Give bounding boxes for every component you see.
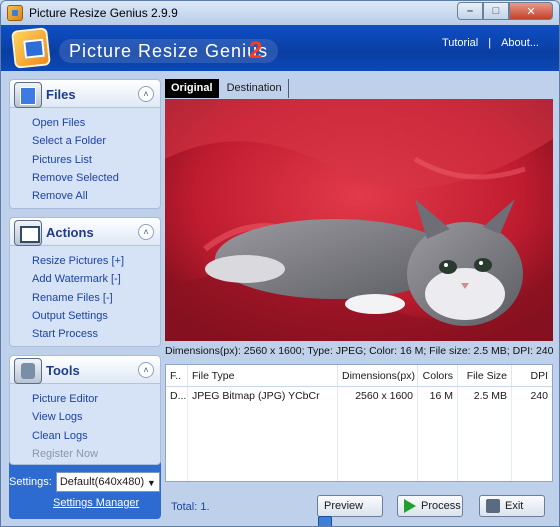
- tools-section-header[interactable]: Tools ˄: [10, 356, 160, 384]
- collapse-actions-icon[interactable]: ˄: [138, 224, 154, 240]
- checklist-icon: [14, 220, 42, 246]
- sidebar-item-register-now: Register Now: [32, 447, 99, 460]
- sidebar-item-open-files[interactable]: Open Files: [32, 114, 160, 132]
- tools-icon: [14, 358, 42, 384]
- process-button-label: Process: [421, 500, 461, 512]
- files-items: Open Files Select a Folder Pictures List…: [10, 108, 160, 209]
- sidebar-item-picture-editor[interactable]: Picture Editor: [32, 390, 160, 408]
- tools-section: Tools ˄ Picture Editor View Logs Clean L…: [9, 355, 161, 465]
- sidebar: Files ˄ Open Files Select a Folder Pictu…: [9, 79, 161, 519]
- window-controls: – □ ✕: [457, 2, 553, 20]
- preview-button-label: Preview: [324, 500, 364, 512]
- app-window: Picture Resize Genius 2.9.9 – □ ✕ Pictur…: [0, 0, 560, 527]
- app-icon: [7, 5, 23, 21]
- actions-items: Resize Pictures [+] Add Watermark [-] Re…: [10, 246, 160, 347]
- table-cell: 2.5 MB: [458, 387, 512, 405]
- column-header[interactable]: Dimensions(px): [338, 365, 418, 386]
- settings-manager-link[interactable]: Settings Manager: [53, 497, 139, 509]
- collapse-files-icon[interactable]: ˄: [138, 86, 154, 102]
- files-section-header[interactable]: Files ˄: [10, 80, 160, 108]
- column-header[interactable]: File Type: [188, 365, 338, 386]
- column-header[interactable]: F..: [166, 365, 188, 386]
- table-row[interactable]: D... JPEG Bitmap (JPG) YCbCr 2560 x 1600…: [166, 387, 552, 405]
- actions-section-header[interactable]: Actions ˄: [10, 218, 160, 246]
- sidebar-item-remove-selected[interactable]: Remove Selected: [32, 169, 160, 187]
- folder-files-icon: [14, 82, 42, 108]
- app-banner: Picture Resize Genius 2 Tutorial | About…: [1, 25, 559, 71]
- close-button[interactable]: ✕: [509, 2, 553, 20]
- main-panel: Original Destination Dimensions(px): 256…: [165, 79, 554, 526]
- tools-items: Picture Editor View Logs Clean Logs Regi…: [10, 384, 160, 467]
- table-cell: D...: [166, 387, 188, 405]
- sidebar-item-start-process[interactable]: Start Process: [32, 325, 160, 343]
- table-cell: JPEG Bitmap (JPG) YCbCr: [188, 387, 338, 405]
- banner-links: Tutorial | About...: [442, 37, 539, 49]
- sidebar-item-resize-pictures[interactable]: Resize Pictures [+]: [32, 252, 160, 270]
- files-section-title: Files: [46, 87, 76, 102]
- kitten-photo: [165, 99, 553, 341]
- link-separator: |: [488, 37, 492, 49]
- chevron-down-icon: ▼: [146, 478, 156, 488]
- tab-destination[interactable]: Destination: [221, 79, 289, 98]
- tutorial-link[interactable]: Tutorial: [442, 37, 478, 49]
- sidebar-item-clean-logs[interactable]: Clean Logs: [32, 427, 160, 445]
- sidebar-item-output-settings[interactable]: Output Settings: [32, 307, 160, 325]
- maximize-button[interactable]: □: [483, 2, 509, 20]
- settings-label: Settings:: [9, 476, 52, 488]
- image-preview: [165, 99, 553, 341]
- settings-row: Settings: Default(640x480) ▼: [9, 471, 161, 493]
- play-icon: [404, 499, 416, 513]
- logo-version: 2: [249, 37, 263, 64]
- collapse-tools-icon[interactable]: ˄: [138, 362, 154, 378]
- exit-button[interactable]: Exit: [479, 495, 545, 517]
- table-header: F.. File Type Dimensions(px) Colors File…: [166, 365, 552, 387]
- column-header[interactable]: File Size: [458, 365, 512, 386]
- table-cell: 240: [530, 390, 548, 402]
- total-count: Total: 1.: [171, 501, 210, 513]
- title-bar[interactable]: Picture Resize Genius 2.9.9 – □ ✕: [1, 1, 559, 25]
- image-info-line: Dimensions(px): 2560 x 1600; Type: JPEG;…: [165, 345, 554, 357]
- actions-section-title: Actions: [46, 225, 94, 240]
- sidebar-item-select-folder[interactable]: Select a Folder: [32, 132, 160, 150]
- window-title: Picture Resize Genius 2.9.9: [29, 6, 178, 20]
- sidebar-item-view-logs[interactable]: View Logs: [32, 408, 160, 426]
- preview-icon: [318, 516, 332, 526]
- column-header[interactable]: DPI: [512, 365, 552, 386]
- about-link[interactable]: About...: [501, 37, 539, 49]
- process-button[interactable]: Process: [397, 495, 463, 517]
- file-table[interactable]: F.. File Type Dimensions(px) Colors File…: [165, 364, 553, 482]
- files-section: Files ˄ Open Files Select a Folder Pictu…: [9, 79, 161, 209]
- sidebar-item-pictures-list[interactable]: Pictures List: [32, 151, 160, 169]
- action-bar: Total: 1. Preview Process Exit: [165, 489, 553, 526]
- tools-section-title: Tools: [46, 363, 80, 378]
- preview-button[interactable]: Preview: [317, 495, 383, 526]
- logo-text: Picture Resize Genius: [59, 39, 279, 63]
- minimize-button[interactable]: –: [457, 2, 483, 20]
- actions-section: Actions ˄ Resize Pictures [+] Add Waterm…: [9, 217, 161, 347]
- sidebar-item-remove-all[interactable]: Remove All: [32, 187, 160, 205]
- settings-dropdown-value: Default(640x480): [59, 476, 145, 488]
- exit-icon: [486, 499, 500, 513]
- settings-dropdown[interactable]: Default(640x480) ▼: [55, 472, 160, 492]
- logo-icon: [11, 27, 51, 69]
- exit-button-label: Exit: [505, 500, 524, 512]
- table-cell: 16 M: [418, 387, 458, 405]
- sidebar-item-rename-files[interactable]: Rename Files [-]: [32, 289, 160, 307]
- column-header[interactable]: Colors: [418, 365, 458, 386]
- image-tabs: Original Destination: [165, 79, 289, 99]
- sidebar-item-add-watermark[interactable]: Add Watermark [-]: [32, 270, 160, 288]
- tab-original[interactable]: Original: [165, 79, 219, 98]
- table-cell: 2560 x 1600: [338, 387, 418, 405]
